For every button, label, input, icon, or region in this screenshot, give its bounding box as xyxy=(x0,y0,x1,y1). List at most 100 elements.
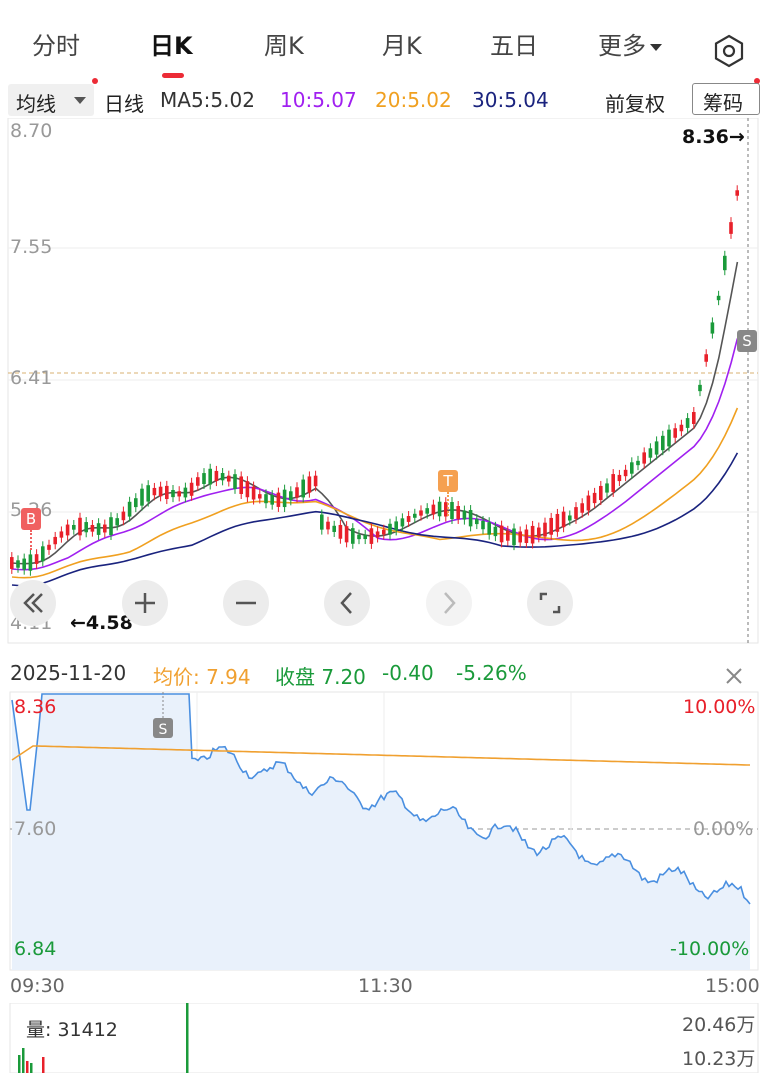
candle xyxy=(617,474,622,482)
intraday-chart[interactable]: S xyxy=(0,690,769,972)
candle xyxy=(543,522,547,537)
candle xyxy=(636,460,640,466)
candle xyxy=(388,523,392,535)
candle xyxy=(394,521,398,531)
candle xyxy=(258,494,262,499)
candle xyxy=(189,482,194,496)
fullscreen-icon xyxy=(539,592,561,614)
candle xyxy=(673,428,677,438)
candle xyxy=(10,557,14,569)
rewind-button[interactable] xyxy=(10,580,56,626)
candle xyxy=(530,525,535,544)
candle xyxy=(431,504,436,515)
chip-distribution-button[interactable]: 筹码 xyxy=(692,83,760,115)
zoom-in-button[interactable] xyxy=(122,580,168,626)
candlestick-chart[interactable] xyxy=(0,118,769,648)
tab-daily-k[interactable]: 日K xyxy=(150,26,193,61)
candle xyxy=(450,502,454,520)
candle xyxy=(549,517,553,535)
candle xyxy=(103,524,107,533)
candle xyxy=(685,418,690,428)
volume-bar xyxy=(42,1057,45,1073)
candle xyxy=(648,448,653,458)
candle xyxy=(425,508,429,514)
ma5-value: MA5:5.02 xyxy=(160,88,255,112)
tab-five-day[interactable]: 五日 xyxy=(490,26,538,61)
candle xyxy=(661,435,665,451)
candle xyxy=(307,476,312,493)
candle xyxy=(127,501,132,517)
intraday-price-low: 6.84 xyxy=(14,938,57,960)
volume-bar xyxy=(22,1048,25,1073)
volume-bar xyxy=(18,1055,21,1073)
candle xyxy=(152,487,157,496)
candle xyxy=(177,491,181,497)
candle xyxy=(320,514,324,530)
time-end: 15:00 xyxy=(705,975,760,997)
candle xyxy=(214,470,219,482)
next-icon xyxy=(444,592,456,614)
candle xyxy=(22,558,26,570)
candle xyxy=(84,522,88,533)
zoom-out-button[interactable] xyxy=(223,580,269,626)
candle xyxy=(586,495,591,511)
candle xyxy=(196,477,200,486)
indicator-selector[interactable]: 均线 xyxy=(8,84,94,116)
close-icon[interactable] xyxy=(724,666,744,686)
candle xyxy=(710,322,715,334)
y-label-3: 6.41 xyxy=(10,367,53,389)
tab-weekly-k[interactable]: 周K xyxy=(264,26,304,61)
volume-bar xyxy=(26,1061,29,1073)
candle xyxy=(65,524,70,536)
candle xyxy=(667,429,671,447)
chip-label: 筹码 xyxy=(703,91,743,115)
settings-hexagon-icon[interactable] xyxy=(712,34,746,68)
candle xyxy=(295,487,299,498)
candle xyxy=(369,528,374,544)
tab-minute[interactable]: 分时 xyxy=(32,26,80,61)
candle xyxy=(642,452,646,464)
candle xyxy=(282,489,287,508)
period-label: 日线 xyxy=(104,92,144,116)
candle xyxy=(134,498,138,508)
candle xyxy=(289,491,293,501)
volume-label: 量: 31412 xyxy=(26,1015,118,1042)
candle xyxy=(630,462,634,474)
candle xyxy=(16,560,20,568)
volume-max-label: 20.46万 xyxy=(682,1014,756,1036)
prev-button[interactable] xyxy=(324,580,370,626)
candle xyxy=(723,255,727,271)
ma20-value: 20:5.02 xyxy=(375,88,452,112)
candle xyxy=(357,534,361,540)
candle xyxy=(462,510,467,520)
fullscreen-button[interactable] xyxy=(527,580,573,626)
chevron-down-icon xyxy=(650,43,662,51)
sell-marker[interactable]: S xyxy=(737,330,757,352)
candle xyxy=(413,513,417,518)
ma30-value: 30:5.04 xyxy=(472,88,549,112)
intraday-pct-low: -10.00% xyxy=(670,938,750,960)
candle xyxy=(493,526,498,537)
adjust-mode-button[interactable]: 前复权 xyxy=(605,88,665,117)
next-button[interactable] xyxy=(426,580,472,626)
candle xyxy=(611,474,615,492)
candle xyxy=(332,525,336,532)
candle xyxy=(524,529,529,543)
indicator-selector-label: 均线 xyxy=(16,92,56,116)
candle xyxy=(326,521,330,530)
period-tabs: 分时 日K 周K 月K 五日 更多 xyxy=(0,8,769,82)
volume-bar xyxy=(186,1003,189,1073)
t-marker[interactable]: T xyxy=(438,470,458,492)
intraday-price-high: 8.36 xyxy=(14,696,57,718)
candle xyxy=(165,485,169,500)
candle xyxy=(487,522,491,535)
tab-more[interactable]: 更多 xyxy=(598,26,662,61)
price-change: -0.40 xyxy=(382,661,434,685)
candle xyxy=(227,475,231,482)
candle xyxy=(716,295,721,301)
tab-monthly-k[interactable]: 月K xyxy=(382,26,422,61)
volume-value: 量: 31412 xyxy=(26,1019,118,1041)
candle xyxy=(468,510,473,527)
candle xyxy=(140,488,144,506)
buy-marker[interactable]: B xyxy=(21,508,41,530)
